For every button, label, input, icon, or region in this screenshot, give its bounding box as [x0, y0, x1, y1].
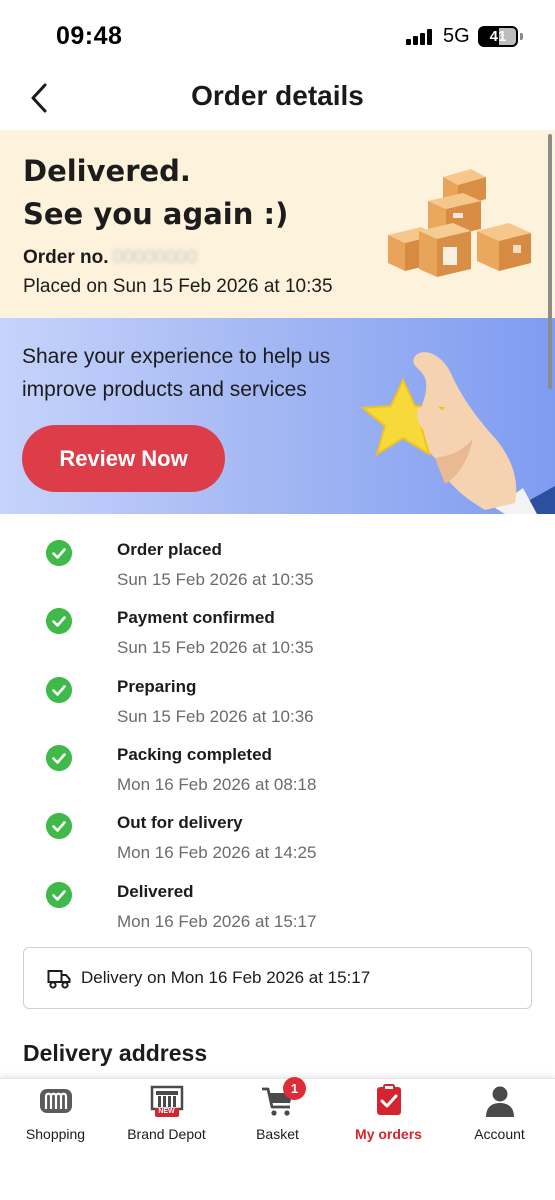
tab-label: Account	[474, 1126, 525, 1142]
status-bar: 09:48 5G 41	[0, 0, 555, 70]
review-now-button[interactable]: Review Now	[22, 425, 225, 492]
signal-icon	[406, 29, 434, 45]
check-circle-icon	[46, 677, 72, 703]
person-icon	[485, 1086, 514, 1117]
tab-my-orders[interactable]: My orders	[333, 1079, 444, 1159]
hand-star-illustration	[360, 352, 555, 514]
step-title: Packing completed	[117, 745, 272, 764]
orders-icon	[376, 1084, 401, 1115]
timeline-step: Delivered Mon 16 Feb 2026 at 15:17	[0, 856, 555, 931]
tab-shopping[interactable]: Shopping	[0, 1079, 111, 1159]
order-number: Order no. 00000000	[23, 247, 197, 269]
status-time: 09:48	[56, 22, 123, 50]
tab-label: Shopping	[25, 1126, 86, 1142]
step-title: Delivered	[117, 882, 194, 901]
check-circle-icon	[46, 608, 72, 634]
step-title: Out for delivery	[117, 813, 243, 832]
delivery-date-text: Delivery on Mon 16 Feb 2026 at 15:17	[81, 968, 371, 987]
placed-on-date: Placed on Sun 15 Feb 2026 at 10:35	[23, 276, 333, 297]
review-prompt: Share your experience to help us improve…	[22, 345, 331, 401]
step-title: Order placed	[117, 540, 222, 559]
battery-icon: 41	[478, 26, 518, 47]
tab-label: Basket	[256, 1126, 299, 1142]
step-title: Preparing	[117, 677, 197, 696]
step-time: Mon 16 Feb 2026 at 15:17	[117, 912, 317, 931]
check-circle-icon	[46, 540, 72, 566]
new-tag: NEW	[158, 1108, 175, 1115]
m-logo-icon	[39, 1089, 72, 1113]
check-circle-icon	[46, 882, 72, 908]
truck-icon	[47, 970, 71, 989]
status-headline-line-2: See you again :)	[23, 197, 289, 231]
header: Order details	[0, 70, 555, 130]
step-title: Payment confirmed	[117, 608, 275, 627]
timeline-step: Order placed Sun 15 Feb 2026 at 10:35	[0, 514, 555, 589]
basket-count-badge: 1	[283, 1077, 306, 1100]
network-type: 5G	[443, 25, 470, 47]
scrollbar[interactable]	[548, 134, 552, 389]
delivery-info-box: Delivery on Mon 16 Feb 2026 at 15:17	[23, 947, 532, 1009]
bottom-tab-bar: Shopping NEW Brand Depot Basket My order…	[0, 1078, 555, 1200]
delivery-address-heading: Delivery address	[23, 1040, 208, 1066]
battery-level: 41	[489, 28, 507, 45]
battery-tip	[520, 33, 523, 40]
order-number-label: Order no.	[23, 247, 109, 268]
timeline-step: Payment confirmed Sun 15 Feb 2026 at 10:…	[0, 582, 555, 657]
tab-label: My orders	[355, 1126, 422, 1142]
timeline-step: Preparing Sun 15 Feb 2026 at 10:36	[0, 651, 555, 726]
check-circle-icon	[46, 813, 72, 839]
check-circle-icon	[46, 745, 72, 771]
tab-label: Brand Depot	[127, 1126, 206, 1142]
boxes-illustration	[388, 169, 531, 277]
status-headline-line-1: Delivered.	[23, 154, 191, 188]
review-banner: Share your experience to help us improve…	[0, 318, 555, 514]
tab-account[interactable]: Account	[444, 1079, 555, 1159]
order-number-value: 00000000	[112, 247, 198, 268]
timeline-step: Out for delivery Mon 16 Feb 2026 at 14:2…	[0, 787, 555, 862]
tab-basket[interactable]: Basket	[222, 1079, 333, 1159]
tab-brand-depot[interactable]: NEW Brand Depot	[111, 1079, 222, 1159]
timeline-step: Packing completed Mon 16 Feb 2026 at 08:…	[0, 719, 555, 794]
page-title: Order details	[191, 80, 364, 111]
status-headline: Delivered. See you again :)	[23, 150, 288, 236]
